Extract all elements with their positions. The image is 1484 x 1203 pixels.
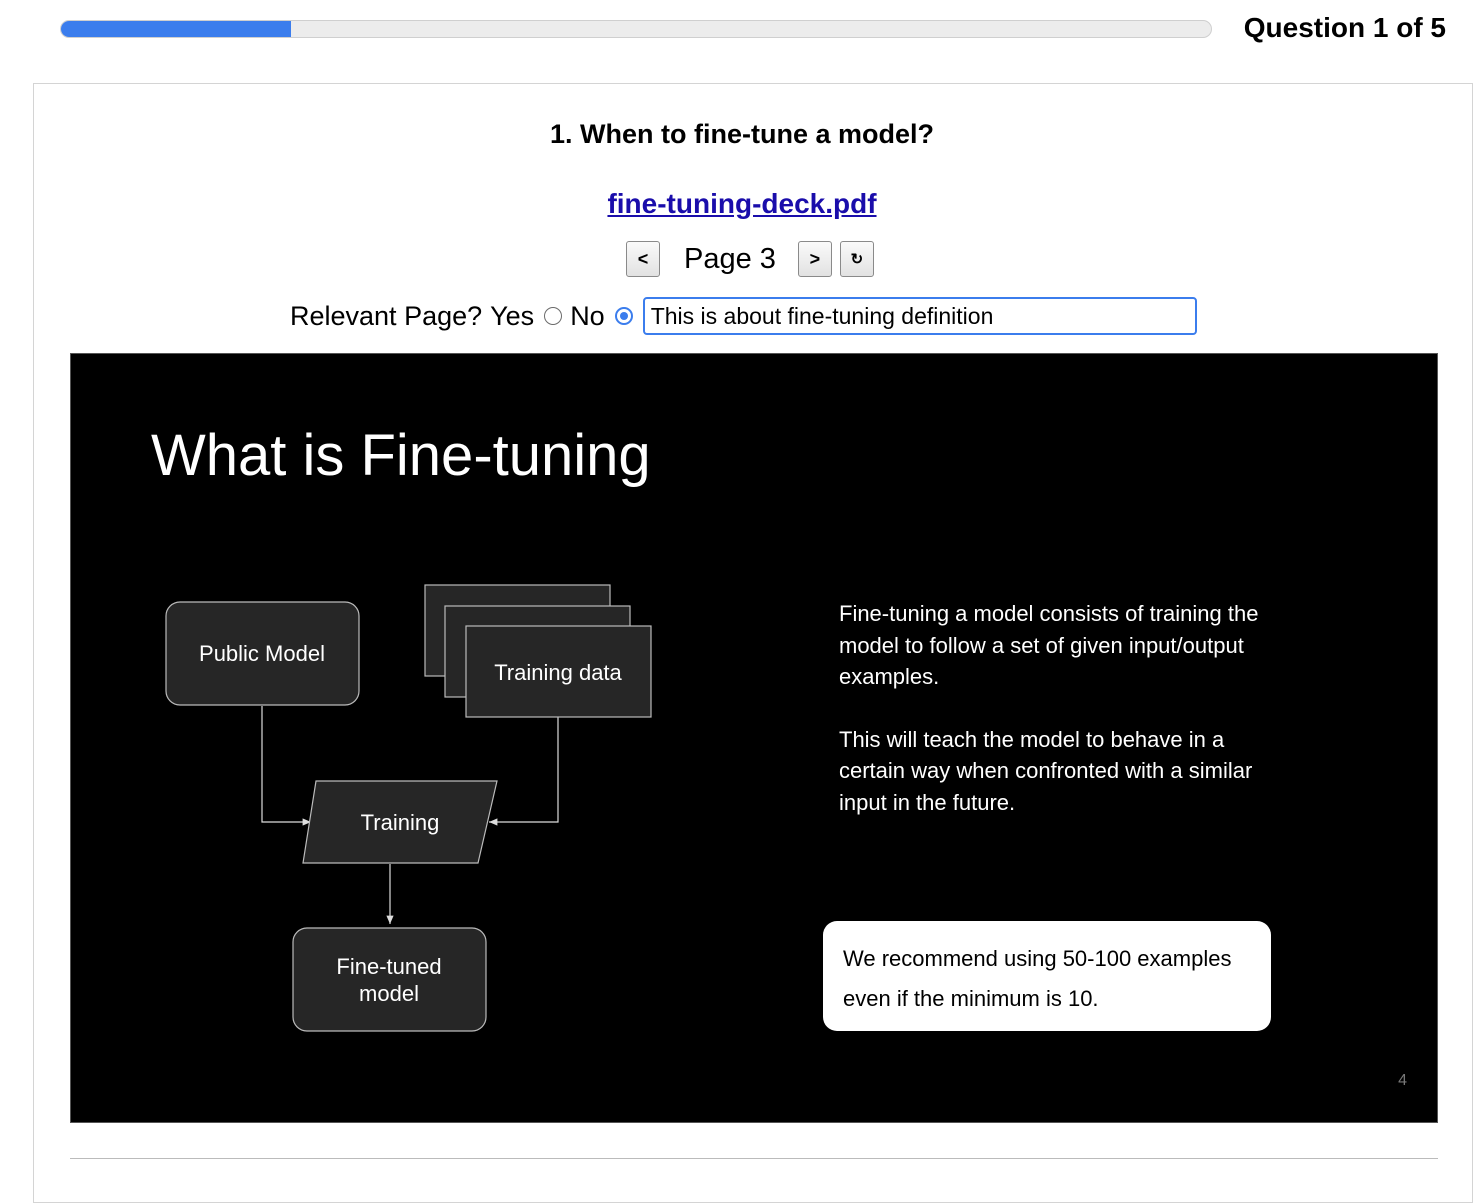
divider [70, 1158, 1438, 1159]
connector-data-to-training [489, 717, 559, 826]
slide-viewer: What is Fine-tuning Public Model Trainin… [70, 353, 1438, 1123]
public-model-label: Public Model [199, 641, 325, 666]
connector-public-to-training [261, 706, 311, 826]
question-counter: Question 1 of 5 [1243, 12, 1446, 43]
relevance-row: Relevant Page? Yes No [290, 296, 1197, 336]
relevance-note-input[interactable] [642, 297, 1197, 335]
fine-tuned-label-line2: model [359, 981, 419, 1006]
slide-page-number: 4 [1398, 1072, 1407, 1089]
progress-header: Question 1 of 5 [0, 0, 1484, 60]
training-data-label: Training data [494, 660, 622, 685]
yes-label: Yes [490, 300, 535, 331]
progress-bar-fill [61, 21, 291, 37]
recommendation-callout: We recommend using 50-100 examples even … [823, 921, 1271, 1031]
slide-description: Fine-tuning a model consists of training… [839, 598, 1289, 849]
fine-tuned-label-line1: Fine-tuned [336, 954, 441, 979]
question-title: 1. When to fine-tune a model? [550, 119, 934, 149]
page-indicator: Page 3 [684, 242, 776, 275]
slide-paragraph-2: This will teach the model to behave in a… [839, 726, 1253, 815]
no-radio[interactable] [614, 307, 633, 325]
no-label: No [570, 300, 605, 331]
page-navigator: < Page 3 > ↻ [626, 240, 874, 278]
yes-radio[interactable] [544, 307, 563, 325]
reload-button[interactable]: ↻ [839, 241, 874, 277]
previous-page-button[interactable]: < [626, 241, 660, 277]
slide-paragraph-1: Fine-tuning a model consists of training… [839, 601, 1259, 689]
training-label: Training [361, 810, 440, 835]
progress-bar [60, 20, 1212, 38]
fine-tuned-model-node [292, 927, 487, 1032]
next-page-button[interactable]: > [797, 241, 832, 277]
document-link[interactable]: fine-tuning-deck.pdf [0, 188, 1484, 220]
reload-icon: ↻ [850, 251, 864, 268]
relevance-prompt: Relevant Page? [290, 300, 483, 331]
